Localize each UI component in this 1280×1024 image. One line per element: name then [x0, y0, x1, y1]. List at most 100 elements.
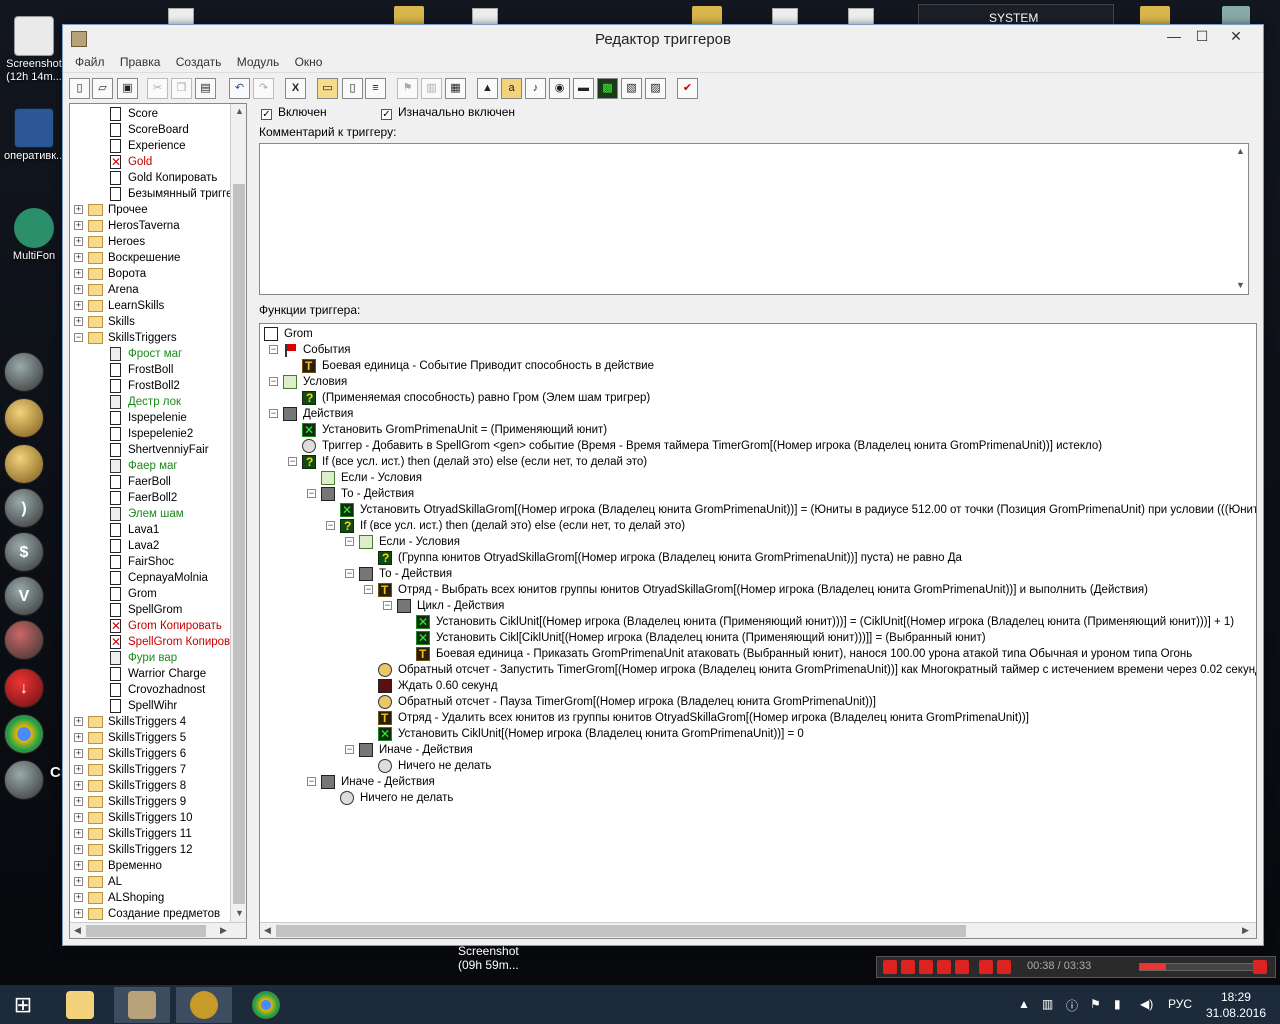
menu-module[interactable]: Модуль: [231, 53, 286, 71]
test-map-icon[interactable]: ✔: [677, 78, 698, 99]
function-tree-item[interactable]: Установить CiklUnit[(Номер игрока (Владе…: [260, 614, 1256, 630]
scroll-right-icon[interactable]: ▶: [1242, 925, 1249, 936]
tree-item[interactable]: FrostBoll2: [70, 378, 230, 394]
expand-icon[interactable]: +: [74, 813, 83, 822]
scroll-down-icon[interactable]: ▼: [235, 908, 244, 918]
expand-icon[interactable]: +: [74, 781, 83, 790]
dock-folder-icon[interactable]: [4, 398, 44, 438]
collapse-icon[interactable]: −: [383, 601, 392, 610]
expand-icon[interactable]: +: [74, 861, 83, 870]
expand-icon[interactable]: +: [74, 221, 83, 230]
tree-item[interactable]: Experience: [70, 138, 230, 154]
tree-item[interactable]: + Arena: [70, 282, 230, 298]
expand-icon[interactable]: +: [74, 237, 83, 246]
tree-item[interactable]: ScoreBoard: [70, 122, 230, 138]
trigger-functions-tree[interactable]: Grom−СобытияБоевая единица - Событие При…: [259, 323, 1257, 939]
collapse-icon[interactable]: −: [269, 345, 278, 354]
tree-item[interactable]: SpellWihr: [70, 698, 230, 714]
collapse-icon[interactable]: −: [345, 745, 354, 754]
desktop-icon-screenshot[interactable]: Screenshot (12h 14m...: [4, 16, 64, 84]
function-tree-item[interactable]: Ничего не делать: [260, 758, 1256, 774]
repeat-icon[interactable]: [979, 960, 993, 974]
dock-folder-icon[interactable]: [4, 444, 44, 484]
expand-icon[interactable]: +: [74, 205, 83, 214]
tree-item[interactable]: + HerosTaverna: [70, 218, 230, 234]
function-tree-item[interactable]: − Отряд - Выбрать всех юнитов группы юнит…: [260, 582, 1256, 598]
collapse-icon[interactable]: −: [345, 569, 354, 578]
tree-item[interactable]: Crovozhadnost: [70, 682, 230, 698]
function-tree-item[interactable]: − Иначе - Действия: [260, 742, 1256, 758]
tree-item[interactable]: Ispepelenie: [70, 410, 230, 426]
variables-icon[interactable]: X: [285, 78, 306, 99]
new-condition-icon[interactable]: ▥: [421, 78, 442, 99]
collapse-icon[interactable]: −: [364, 585, 373, 594]
menu-window[interactable]: Окно: [289, 53, 329, 71]
rewind-icon[interactable]: [937, 960, 951, 974]
dock-download-icon[interactable]: ↓: [4, 668, 44, 708]
redo-icon[interactable]: ↷: [253, 78, 274, 99]
function-tree-item[interactable]: Если - Условия: [260, 470, 1256, 486]
tree-item[interactable]: + SkillsTriggers 11: [70, 826, 230, 842]
taskbar-chrome[interactable]: [238, 987, 294, 1023]
function-tree-item[interactable]: Установить GromPrimenaUnit = (Применяющи…: [260, 422, 1256, 438]
pause-icon[interactable]: [901, 960, 915, 974]
close-icon[interactable]: [1253, 960, 1267, 974]
function-tree-item[interactable]: Установить Cikl[CiklUnit[(Номер игрока (…: [260, 630, 1256, 646]
function-tree-item[interactable]: Отряд - Удалить всех юнитов из группы юн…: [260, 710, 1256, 726]
object-editor-icon[interactable]: ◉: [549, 78, 570, 99]
collapse-icon[interactable]: −: [269, 377, 278, 386]
tray-app-icon[interactable]: ▥: [1042, 997, 1053, 1024]
collapse-icon[interactable]: −: [74, 333, 83, 342]
terrain-editor-icon[interactable]: ▲: [477, 78, 498, 99]
initially-enabled-checkbox-row[interactable]: ✓ Изначально включен: [381, 105, 515, 120]
close-button[interactable]: ✕: [1221, 25, 1251, 49]
tree-item[interactable]: CepnayaMolnia: [70, 570, 230, 586]
function-tree-item[interactable]: − Действия: [260, 406, 1256, 422]
tree-item[interactable]: Grom Копировать: [70, 618, 230, 634]
new-comment-icon[interactable]: ≡: [365, 78, 386, 99]
expand-icon[interactable]: +: [74, 269, 83, 278]
tree-item[interactable]: SpellGrom: [70, 602, 230, 618]
function-tree-item[interactable]: − То - Действия: [260, 486, 1256, 502]
tree-item[interactable]: Grom: [70, 586, 230, 602]
tree-item[interactable]: Score: [70, 106, 230, 122]
clock[interactable]: 18:29 31.08.2016: [1206, 989, 1266, 1021]
windows-start-icon[interactable]: ⊞: [8, 993, 38, 1019]
ai-editor-icon[interactable]: ▩: [597, 78, 618, 99]
expand-icon[interactable]: +: [74, 845, 83, 854]
sound-editor-icon[interactable]: ♪: [525, 78, 546, 99]
new-trigger-icon[interactable]: ▯: [342, 78, 363, 99]
dock-v-icon[interactable]: V: [4, 576, 44, 616]
expand-icon[interactable]: +: [74, 301, 83, 310]
expand-icon[interactable]: +: [74, 717, 83, 726]
function-tree-item[interactable]: Триггер - Добавить в SpellGrom <gen> соб…: [260, 438, 1256, 454]
tree-item[interactable]: + Heroes: [70, 234, 230, 250]
dock-wifi-icon[interactable]: ): [4, 488, 44, 528]
scroll-left-icon[interactable]: ◀: [74, 925, 81, 936]
comment-scrollbar[interactable]: ▲ ▼: [1232, 144, 1248, 294]
scrollbar-thumb[interactable]: [276, 925, 966, 937]
tree-item[interactable]: + Временно: [70, 858, 230, 874]
tree-item[interactable]: + SkillsTriggers 6: [70, 746, 230, 762]
function-tree-item[interactable]: Grom: [260, 326, 1256, 342]
media-progress-bar[interactable]: [1139, 963, 1259, 971]
collapse-icon[interactable]: −: [326, 521, 335, 530]
vertical-scrollbar[interactable]: ▲ ▼: [230, 104, 246, 922]
collapse-icon[interactable]: −: [269, 409, 278, 418]
expand-icon[interactable]: +: [74, 797, 83, 806]
expand-icon[interactable]: +: [74, 285, 83, 294]
expand-icon[interactable]: +: [74, 765, 83, 774]
tree-item[interactable]: + SkillsTriggers 9: [70, 794, 230, 810]
horizontal-scrollbar[interactable]: ◀ ▶: [260, 922, 1256, 938]
tree-item[interactable]: + Skills: [70, 314, 230, 330]
tree-item[interactable]: + SkillsTriggers 5: [70, 730, 230, 746]
scroll-up-icon[interactable]: ▲: [1236, 146, 1245, 156]
tree-item[interactable]: + SkillsTriggers 12: [70, 842, 230, 858]
function-tree-item[interactable]: − Если - Условия: [260, 534, 1256, 550]
taskbar-world-editor[interactable]: [114, 987, 170, 1023]
campaign-editor-icon[interactable]: ▬: [573, 78, 594, 99]
function-tree-item[interactable]: − То - Действия: [260, 566, 1256, 582]
tree-item[interactable]: + SkillsTriggers 8: [70, 778, 230, 794]
dock-chrome-icon[interactable]: [4, 714, 44, 754]
tree-item[interactable]: Lava2: [70, 538, 230, 554]
